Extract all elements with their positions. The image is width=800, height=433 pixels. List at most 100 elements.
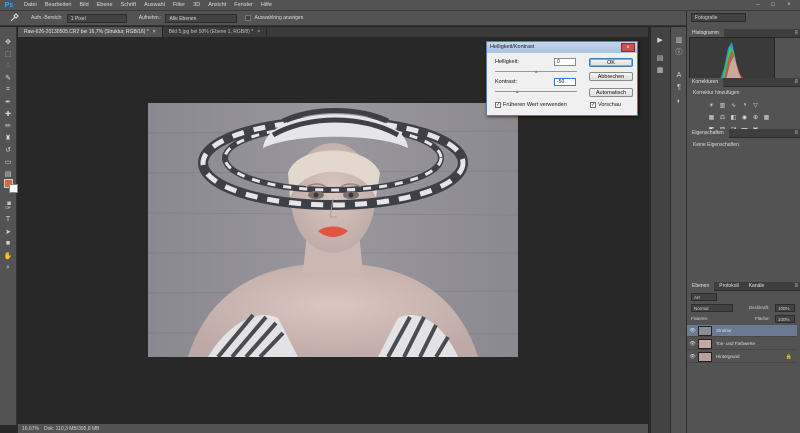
tab-properties[interactable]: Eigenschaften bbox=[687, 128, 729, 138]
minimize-button[interactable]: – bbox=[752, 0, 764, 10]
contrast-slider-thumb[interactable]: ▵ bbox=[516, 90, 520, 95]
healing-brush-icon[interactable]: ✚ bbox=[3, 109, 13, 118]
adjustments-panel-icon[interactable]: ◐ bbox=[674, 97, 684, 106]
menu-schrift[interactable]: Schrift bbox=[117, 0, 141, 11]
tab-layers[interactable]: Ebenen bbox=[687, 281, 715, 291]
brush-tool-icon[interactable]: ✏ bbox=[3, 121, 13, 130]
layer-kind-filter[interactable]: Art bbox=[691, 293, 717, 301]
dialog-close-button[interactable]: × bbox=[621, 43, 635, 52]
menu-auswahl[interactable]: Auswahl bbox=[140, 0, 169, 11]
vibrance-icon[interactable]: ▽ bbox=[751, 101, 760, 109]
layer-tonwerte[interactable]: 👁 Ton- und Farbwerte bbox=[687, 338, 797, 350]
zoom-tool-icon[interactable]: ⌕ bbox=[3, 263, 13, 272]
workspace-select[interactable]: Fotografie bbox=[691, 13, 746, 22]
menu-bearbeiten[interactable]: Bearbeiten bbox=[41, 0, 76, 11]
sample-size-select[interactable]: 1 Pixel bbox=[66, 13, 127, 23]
panel-menu-icon[interactable]: ≡ bbox=[794, 282, 798, 291]
character-panel-icon[interactable]: A bbox=[674, 71, 684, 80]
photo-filter-icon[interactable]: ◉ bbox=[740, 113, 749, 121]
quick-selection-icon[interactable]: ✎ bbox=[3, 73, 13, 82]
info-panel-icon[interactable]: ⓘ bbox=[674, 47, 684, 56]
opacity-input[interactable]: 100% bbox=[775, 304, 795, 312]
dialog-titlebar[interactable]: Helligkeit/Kontrast × bbox=[487, 42, 637, 53]
type-tool-icon[interactable]: T bbox=[3, 215, 13, 224]
tab-channels[interactable]: Kanäle bbox=[744, 282, 770, 291]
marquee-tool-icon[interactable]: ⬚ bbox=[3, 49, 13, 58]
curves-icon[interactable]: ∿ bbox=[729, 101, 738, 109]
color-lookup-icon[interactable]: ▦ bbox=[762, 113, 771, 121]
zoom-level[interactable]: 16,67% bbox=[18, 426, 40, 432]
levels-icon[interactable]: ▥ bbox=[718, 101, 727, 109]
photo-canvas[interactable] bbox=[148, 103, 518, 357]
menu-hilfe[interactable]: Hilfe bbox=[257, 0, 276, 11]
menu-ansicht[interactable]: Ansicht bbox=[204, 0, 230, 11]
cancel-button[interactable]: Abbrechen bbox=[589, 72, 633, 81]
show-ring-checkbox[interactable] bbox=[245, 15, 252, 21]
close-window-button[interactable]: × bbox=[783, 0, 795, 10]
right-panels: Fotografie Histogramm ≡ Korrekturen ≡ Ko… bbox=[686, 11, 800, 433]
brush-preset-icon[interactable]: ▤ bbox=[655, 53, 665, 62]
tab-close-icon[interactable]: × bbox=[257, 27, 260, 37]
fill-input[interactable]: 100% bbox=[775, 315, 795, 323]
tab-bild-5[interactable]: Bild 5.jpg bei 50% (Ebene 1, RGB/8) * × bbox=[163, 27, 268, 37]
tab-raw-document[interactable]: Raw-626-20130505.CR2 bei 16,7% (Struktur… bbox=[18, 27, 163, 37]
exposure-icon[interactable]: ◑ bbox=[740, 101, 749, 109]
document-info[interactable]: Dok: 110,3 MB/395,8 MB bbox=[40, 426, 100, 432]
blend-mode-select[interactable]: Normal bbox=[691, 304, 733, 312]
hand-tool-icon[interactable]: ✋ bbox=[3, 251, 13, 260]
clone-source-icon[interactable]: ▦ bbox=[655, 65, 665, 74]
play-icon[interactable]: ▶ bbox=[655, 35, 665, 44]
visibility-eye-icon[interactable]: 👁 bbox=[687, 341, 698, 347]
crop-tool-icon[interactable]: ⌗ bbox=[3, 85, 13, 94]
eyedropper-icon[interactable] bbox=[3, 12, 25, 25]
preview-checkbox[interactable]: ✓ Vorschau bbox=[590, 102, 621, 108]
hue-saturation-icon[interactable]: ▦ bbox=[707, 113, 716, 121]
layer-name: Hintergrund bbox=[716, 354, 740, 359]
menu-datei[interactable]: Datei bbox=[20, 0, 41, 11]
tab-corrections[interactable]: Korrekturen bbox=[687, 77, 724, 87]
lasso-tool-icon[interactable]: ◌ bbox=[3, 61, 13, 70]
history-brush-icon[interactable]: ↺ bbox=[3, 145, 13, 154]
legacy-checkbox[interactable]: ✓ Früheren Wert verwenden bbox=[495, 102, 567, 108]
black-white-icon[interactable]: ◧ bbox=[729, 113, 738, 121]
contrast-slider[interactable] bbox=[495, 91, 577, 92]
sample-select[interactable]: Alle Ebenen bbox=[165, 13, 238, 23]
auto-button[interactable]: Automatisch bbox=[589, 88, 633, 97]
brightness-slider-thumb[interactable]: ▵ bbox=[535, 70, 539, 75]
gradient-tool-icon[interactable]: ▤ bbox=[3, 169, 13, 178]
brightness-contrast-icon[interactable]: ☀ bbox=[707, 101, 716, 109]
menu-ebene[interactable]: Ebene bbox=[93, 0, 117, 11]
eyedropper-tool-icon[interactable]: ✒ bbox=[3, 97, 13, 106]
brightness-input[interactable]: 0 bbox=[554, 58, 576, 66]
eraser-tool-icon[interactable]: ▭ bbox=[3, 157, 13, 166]
panel-menu-icon[interactable]: ≡ bbox=[794, 78, 798, 87]
tab-history[interactable]: Protokoll bbox=[714, 282, 743, 291]
menu-bild[interactable]: Bild bbox=[75, 0, 92, 11]
preview-checkbox-box[interactable]: ✓ bbox=[590, 102, 596, 108]
layer-hintergrund[interactable]: 👁 Hintergrund 🔒 bbox=[687, 351, 797, 363]
visibility-eye-icon[interactable]: 👁 bbox=[687, 354, 698, 360]
paragraph-panel-icon[interactable]: ¶ bbox=[674, 83, 684, 92]
menu-filter[interactable]: Filter bbox=[169, 0, 189, 11]
background-color-swatch[interactable] bbox=[9, 184, 18, 193]
path-selection-icon[interactable]: ➤ bbox=[3, 227, 13, 236]
move-tool-icon[interactable]: ✥ bbox=[3, 37, 13, 46]
quick-mask-icon[interactable]: ◙ bbox=[4, 199, 14, 208]
layer-struktur[interactable]: 👁 Struktur bbox=[687, 325, 797, 337]
contrast-input[interactable]: -50 bbox=[554, 78, 576, 86]
menu-3d[interactable]: 3D bbox=[189, 0, 204, 11]
channel-mixer-icon[interactable]: ⊕ bbox=[751, 113, 760, 121]
visibility-eye-icon[interactable]: 👁 bbox=[687, 328, 698, 334]
histogram-panel-icon[interactable]: ▥ bbox=[674, 35, 684, 44]
menu-fenster[interactable]: Fenster bbox=[230, 0, 257, 11]
panel-menu-icon[interactable]: ≡ bbox=[794, 129, 798, 138]
stamp-tool-icon[interactable]: ♜ bbox=[3, 133, 13, 142]
shape-tool-icon[interactable]: ■ bbox=[3, 239, 13, 248]
panel-menu-icon[interactable]: ≡ bbox=[794, 29, 798, 38]
tab-close-icon[interactable]: × bbox=[153, 27, 156, 37]
color-balance-icon[interactable]: ⚖ bbox=[718, 113, 727, 121]
ok-button[interactable]: OK bbox=[589, 58, 633, 67]
maximize-button[interactable]: □ bbox=[767, 0, 779, 10]
legacy-checkbox-box[interactable]: ✓ bbox=[495, 102, 501, 108]
lock-icon: 🔒 bbox=[785, 353, 792, 360]
